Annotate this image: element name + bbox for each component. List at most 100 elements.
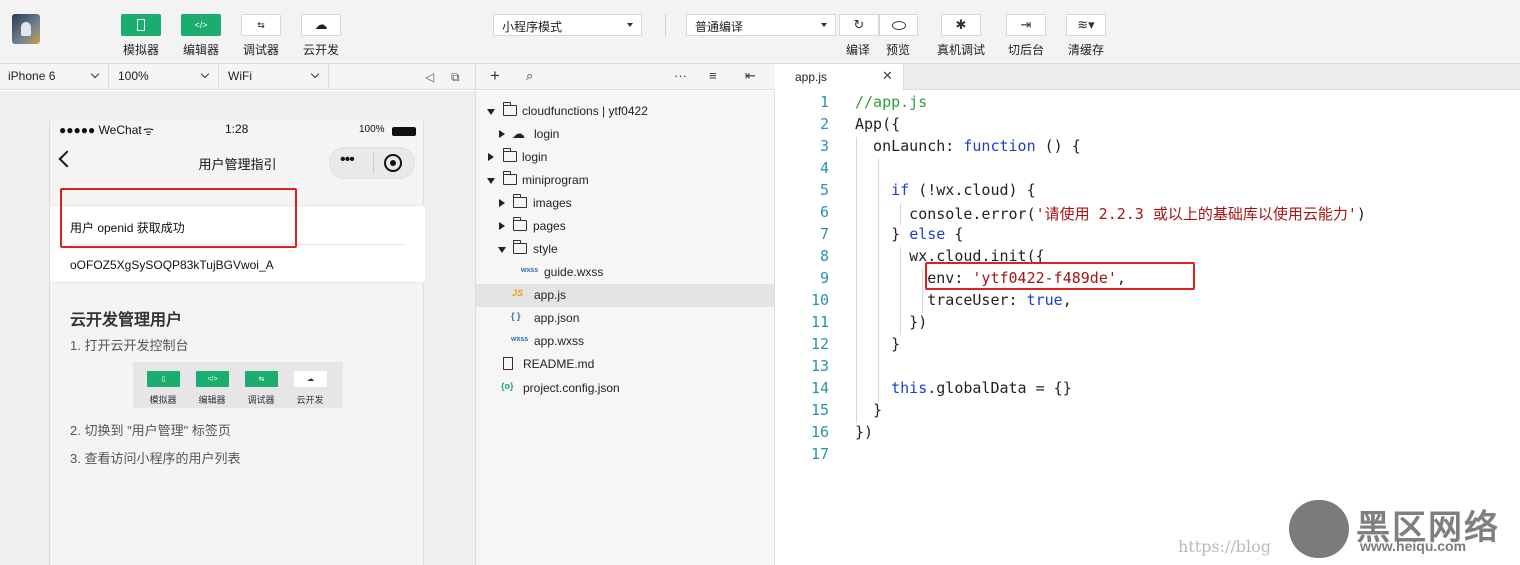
line-number: 12 [810,335,829,353]
tree-node-label: pages [533,219,566,233]
tree-node-app-wxss[interactable]: wxss app.wxss [476,330,774,353]
code-token: () { [1035,137,1081,155]
editor-toggle-button[interactable]: </> [181,14,221,36]
close-mini-program-icon[interactable] [384,154,402,172]
eye-icon [891,20,906,30]
collapse-arrow-icon[interactable] [488,153,494,161]
line-number: 8 [819,247,829,265]
tree-node-cloudfunctions[interactable]: cloudfunctions | ytf0422 [476,100,774,123]
expand-icon[interactable] [487,178,495,184]
js-file-icon: JS [512,288,524,298]
device-value: iPhone 6 [8,69,56,83]
file-tree: cloudfunctions | ytf0422 ☁ login login m… [475,91,775,565]
expand-icon[interactable] [487,109,495,115]
highlight-box [925,262,1195,290]
collapse-arrow-icon[interactable] [499,130,505,138]
sort-icon[interactable]: ≡ [709,68,717,83]
openid-value: oOFOZ5XgSySOQP83kTujBGVwoi_A [70,258,274,272]
line-number: 5 [819,181,829,199]
compile-mode-select[interactable]: 普通编译 [686,14,836,36]
more-icon[interactable]: ··· [674,68,687,83]
more-icon[interactable]: ••• [340,151,355,169]
line-number: 11 [810,313,829,331]
mode-select[interactable]: 小程序模式 [493,14,642,36]
expand-icon[interactable] [498,247,506,253]
tree-node-app-js[interactable]: JS app.js [476,284,774,307]
battery-text: 100% [359,124,385,135]
code-token: onLaunch: [855,137,964,155]
line-number: 3 [819,137,829,155]
avatar[interactable] [12,14,40,44]
tree-node-label: app.json [534,311,580,325]
editor-label: 编辑器 [182,43,219,57]
tree-node-readme[interactable]: README.md [476,353,774,376]
mini-toolbar-illustration: ▯ 模拟器 </> 编辑器 ⇆ 调试器 ☁ 云开发 [133,362,343,408]
add-icon[interactable]: + [490,66,500,86]
code-token: .globalData = {} [927,379,1072,397]
nav-bar: 用户管理指引 ••• [50,141,425,185]
tree-node-app-json[interactable]: { } app.json [476,307,774,330]
highlight-box [60,188,297,248]
tree-node-label: style [533,242,558,256]
tab-app-js[interactable]: app.js ✕ [776,64,904,91]
mini-label: 模拟器 [149,395,177,405]
folder-icon [513,217,527,231]
code-token: { [945,225,964,243]
collapse-arrow-icon[interactable] [499,199,505,207]
network-select[interactable]: WiFi [220,64,329,89]
mini-cloud-button: ☁ [294,371,327,387]
code-token: ) [1356,205,1366,223]
tree-node-style[interactable]: style [476,238,774,261]
tree-node-guide-wxss[interactable]: wxss guide.wxss [476,261,774,284]
code-editor[interactable]: 1 2 3 4 5 6 7 8 9 10 11 12 13 14 15 16 1… [776,91,1520,565]
code-icon: </> [194,20,208,30]
preview-label: 预览 [885,43,910,57]
line-number: 14 [810,379,829,397]
code-line-12: } [855,335,901,353]
tree-node-project-config[interactable]: {o} project.config.json [476,377,774,400]
debugger-toggle-button[interactable]: ⇆ [241,14,281,36]
collapse-icon[interactable]: ⇤ [745,68,756,84]
layers-icon: ≋▾ [1077,17,1095,32]
speaker-icon[interactable]: ◁ [425,70,434,84]
code-token: true [1026,291,1063,309]
cloud-dev-button[interactable]: ☁ [301,14,341,36]
tree-node-images[interactable]: images [476,192,774,215]
compile-button[interactable]: ↻ [839,14,879,36]
line-number: 4 [819,159,829,177]
tree-node-label: cloudfunctions | ytf0422 [522,104,648,118]
refresh-icon: ↻ [853,17,865,32]
device-select[interactable]: iPhone 6 [0,64,109,89]
close-icon[interactable]: ✕ [882,68,893,84]
popout-icon[interactable]: ⧉ [451,70,460,85]
watermark-site: www.heiqu.com [1360,538,1467,554]
zoom-select[interactable]: 100% [110,64,219,89]
chevron-down-icon [627,23,633,27]
tree-node-miniprogram[interactable]: miniprogram [476,169,774,192]
remote-debug-button[interactable]: ✱ [941,14,981,36]
tree-node-login[interactable]: login [476,146,774,169]
preview-button[interactable] [879,14,918,36]
compile-mode-value: 普通编译 [695,20,744,34]
simulator-toggle-button[interactable] [121,14,161,36]
line-number: 15 [810,401,829,419]
line-number: 9 [819,269,829,287]
search-icon[interactable]: ⌕ [526,68,533,84]
tree-node-label: images [533,196,572,210]
mini-editor-button: </> [196,371,229,387]
collapse-arrow-icon[interactable] [499,222,505,230]
clear-cache-button[interactable]: ≋▾ [1066,14,1106,36]
editor-tab-bar: app.js ✕ [776,64,1520,91]
clear-cache-label: 清缓存 [1067,43,1104,57]
background-button[interactable]: ⇥ [1006,14,1046,36]
mini-simulator-button: ▯ [147,371,180,387]
tree-node-label: README.md [523,357,595,371]
remote-debug-label: 真机调试 [936,43,985,57]
tree-node-pages[interactable]: pages [476,215,774,238]
tree-node-login-cloud[interactable]: ☁ login [476,123,774,146]
battery-icon [392,127,416,136]
tree-node-label: project.config.json [523,381,620,395]
capsule-menu[interactable]: ••• [329,147,415,179]
tree-node-label: guide.wxss [544,265,604,279]
mini-label: 云开发 [296,395,324,405]
